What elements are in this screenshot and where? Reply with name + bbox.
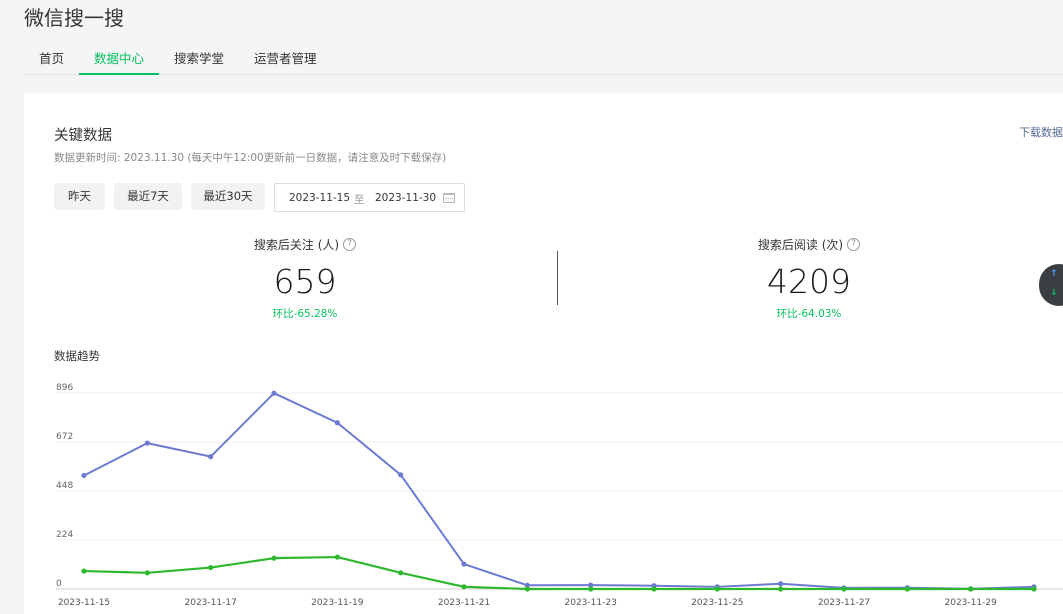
arrow-down-icon[interactable]: ↓ [1050,288,1058,298]
series-point [778,586,784,592]
series-point [398,570,404,576]
series-point [271,390,277,396]
series-point [841,586,847,592]
x-tick-label: 2023-11-19 [311,598,364,608]
x-tick-label: 2023-11-21 [438,598,490,608]
app-title: 微信搜一搜 [24,6,124,30]
y-tick-label: 0 [56,579,62,589]
y-tick-label: 448 [56,481,73,491]
tab-data-center[interactable]: 数据中心 [79,44,160,75]
x-tick-label: 2023-11-27 [818,598,870,608]
y-tick-label: 672 [56,432,73,442]
tab-search-academy[interactable]: 搜索学堂 [159,44,239,74]
series-point [968,586,974,592]
series-point [461,561,467,567]
y-tick-label: 224 [56,530,73,540]
x-tick-label: 2023-11-29 [945,598,998,608]
series-point [334,420,340,426]
series-point [524,586,530,592]
x-tick-label: 2023-11-25 [691,598,743,608]
series-point [651,586,657,592]
series-point [144,440,150,446]
series-point [81,472,87,479]
series-point [81,568,87,574]
series-point [144,570,150,576]
x-tick-label: 2023-11-15 [58,598,110,608]
series-point [588,586,594,592]
tab-home[interactable]: 首页 [24,44,79,74]
tab-operator-management[interactable]: 运营者管理 [239,44,332,74]
x-tick-label: 2023-11-23 [565,598,617,608]
main-tabs: 首页 数据中心 搜索学堂 运营者管理 [24,44,1063,75]
series-point [208,564,214,571]
x-tick-label: 2023-11-17 [185,598,237,608]
series-point [778,581,784,587]
arrow-up-icon[interactable]: ↑ [1050,269,1058,279]
series-point [904,586,910,592]
series-point [714,586,720,592]
series-point [334,554,340,560]
y-tick-label: 896 [56,383,73,393]
series-point [1031,586,1037,592]
series-point [208,454,214,460]
trend-chart: 0 224 448 672 896 2023-11-15 2023-11-17 2023-11… [56,383,1063,608]
series-point [271,555,277,561]
series-point [461,584,467,590]
series-point [398,472,404,478]
